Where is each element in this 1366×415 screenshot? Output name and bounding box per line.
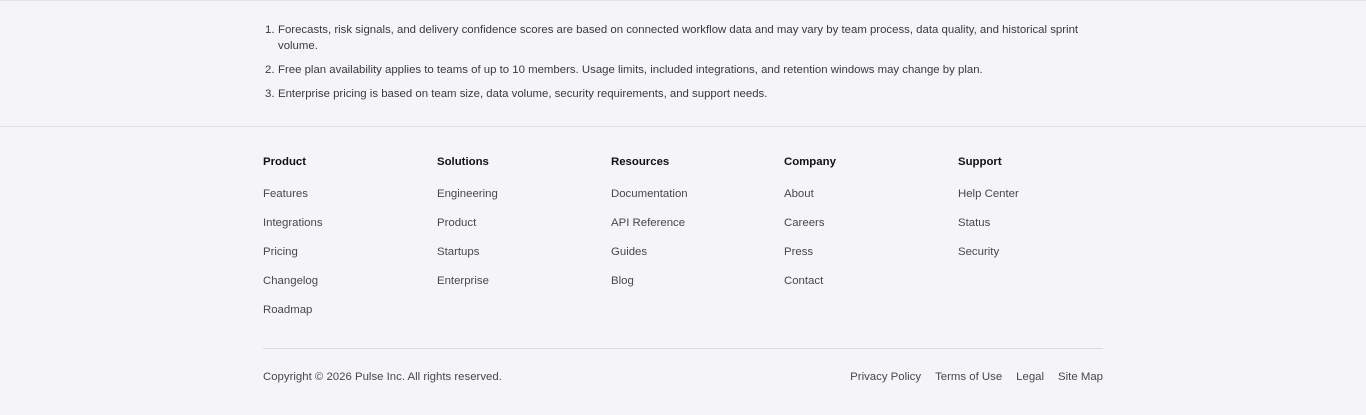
footer-link-blog[interactable]: Blog (611, 274, 771, 288)
copyright-text: Copyright © 2026 Pulse Inc. All rights r… (263, 371, 502, 383)
footer-link-product[interactable]: Product (437, 216, 597, 230)
column-heading: Company (784, 156, 836, 168)
footnote-number: 3. (265, 88, 275, 100)
footer-link-features[interactable]: Features (263, 187, 423, 201)
footer-link-status[interactable]: Status (958, 216, 1118, 230)
footnotes-list: 1. Forecasts, risk signals, and delivery… (263, 22, 1103, 110)
bottom-divider (263, 348, 1103, 349)
footer-link-changelog[interactable]: Changelog (263, 274, 423, 288)
footer-link-security[interactable]: Security (958, 245, 1118, 259)
footnote-number: 2. (265, 64, 275, 76)
footer-link-guides[interactable]: Guides (611, 245, 771, 259)
footer-column-support: Support Help Center Status Security (958, 155, 1118, 274)
footer-divider (0, 126, 1366, 127)
site-map-link[interactable]: Site Map (1058, 370, 1103, 384)
footer-link-integrations[interactable]: Integrations (263, 216, 423, 230)
top-divider (0, 0, 1366, 1)
footer-columns: Product Features Integrations Pricing Ch… (263, 155, 1103, 325)
footer-link-engineering[interactable]: Engineering (437, 187, 597, 201)
footer-column-company: Company About Careers Press Contact (784, 155, 944, 303)
footnote-item: 2. Free plan availability applies to tea… (263, 62, 1103, 78)
column-heading: Product (263, 156, 307, 168)
column-heading: Support (958, 156, 1002, 168)
footer-link-enterprise[interactable]: Enterprise (437, 274, 597, 288)
footnote-item: 3. Enterprise pricing is based on team s… (263, 86, 1103, 102)
privacy-policy-link[interactable]: Privacy Policy (850, 370, 921, 384)
footer-link-help-center[interactable]: Help Center (958, 187, 1118, 201)
footer-link-documentation[interactable]: Documentation (611, 187, 771, 201)
footer-link-pricing[interactable]: Pricing (263, 245, 423, 259)
footnote-number: 1. (265, 24, 275, 36)
legal-links: Privacy Policy Terms of Use Legal Site M… (850, 370, 1103, 384)
footer-column-resources: Resources Documentation API Reference Gu… (611, 155, 771, 303)
footnote-item: 1. Forecasts, risk signals, and delivery… (263, 22, 1103, 54)
footer-link-startups[interactable]: Startups (437, 245, 597, 259)
footer-link-roadmap[interactable]: Roadmap (263, 303, 423, 317)
column-heading: Solutions (437, 156, 489, 168)
footer-column-product: Product Features Integrations Pricing Ch… (263, 155, 423, 332)
column-heading: Resources (611, 156, 670, 168)
footer-link-about[interactable]: About (784, 187, 944, 201)
footnote-text: Free plan availability applies to teams … (278, 64, 983, 76)
terms-of-use-link[interactable]: Terms of Use (935, 370, 1002, 384)
footer-link-api-reference[interactable]: API Reference (611, 216, 771, 230)
footer-link-contact[interactable]: Contact (784, 274, 944, 288)
legal-link[interactable]: Legal (1016, 370, 1044, 384)
footer-link-press[interactable]: Press (784, 245, 944, 259)
footer-link-careers[interactable]: Careers (784, 216, 944, 230)
footnote-text: Forecasts, risk signals, and delivery co… (278, 24, 1079, 52)
footer-column-solutions: Solutions Engineering Product Startups E… (437, 155, 597, 303)
footnote-text: Enterprise pricing is based on team size… (278, 88, 768, 100)
